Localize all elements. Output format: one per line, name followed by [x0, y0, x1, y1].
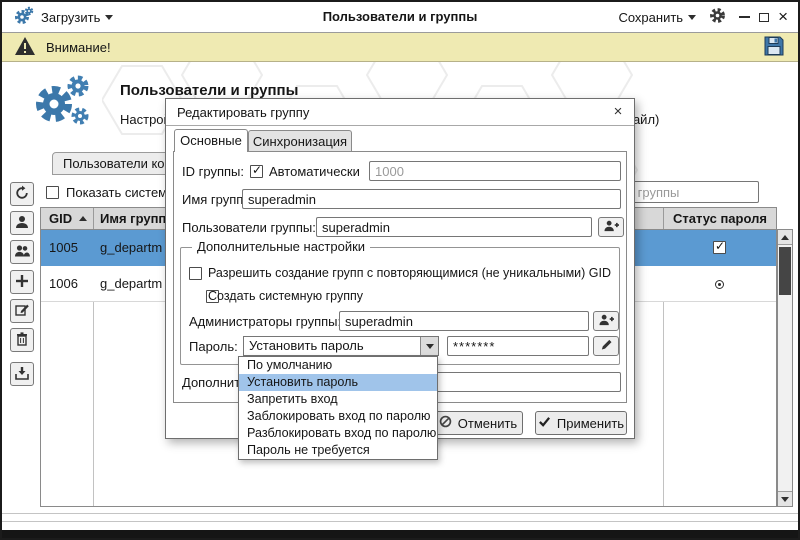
groups-button[interactable]: [10, 240, 34, 264]
group-admins-label: Администраторы группы:: [189, 312, 341, 332]
additional-settings-legend: Дополнительные настройки: [192, 239, 370, 254]
system-group-label: Создать системную группу: [208, 288, 363, 305]
allow-duplicate-gid-label: Разрешить создание групп с повторяющимис…: [208, 265, 611, 282]
status-divider: [2, 521, 798, 522]
group-name-input[interactable]: [242, 189, 621, 209]
combo-arrow-button[interactable]: [420, 337, 438, 355]
auto-id-checkbox[interactable]: [250, 165, 263, 178]
dialog-close-button[interactable]: ×: [608, 103, 628, 122]
password-mode-combobox[interactable]: Установить пароль: [243, 336, 439, 356]
download-icon: [14, 365, 30, 384]
password-label: Пароль:: [189, 337, 238, 357]
maximize-button[interactable]: [759, 13, 769, 22]
window-frame-bottom: [2, 530, 798, 538]
cancel-button-label: Отменить: [458, 416, 517, 431]
users-group-icon: [14, 243, 30, 262]
sort-asc-icon: [79, 216, 87, 221]
app-window: Загрузить Пользователи и группы Сохранит…: [0, 0, 800, 540]
plus-icon: [14, 273, 30, 292]
check-icon: [538, 415, 551, 431]
password-input[interactable]: [447, 336, 589, 356]
dropdown-option-selected[interactable]: Установить пароль: [239, 374, 437, 391]
minimize-button[interactable]: [739, 16, 750, 18]
user-icon: [14, 214, 30, 233]
checkbox-box[interactable]: [46, 186, 59, 199]
additional-settings-group: Дополнительные настройки Разрешить созда…: [180, 247, 620, 365]
apply-button-label: Применить: [557, 416, 624, 431]
export-button[interactable]: [10, 362, 34, 386]
allow-duplicate-gid-checkbox[interactable]: [189, 267, 202, 280]
password-status-checkbox[interactable]: [713, 241, 726, 254]
person-plus-icon: [597, 313, 615, 329]
settings-button[interactable]: [709, 7, 726, 27]
edit-password-button[interactable]: [593, 336, 619, 356]
person-plus-icon: [602, 219, 620, 235]
add-admins-button[interactable]: [593, 311, 619, 331]
column-header-gid[interactable]: GID: [49, 208, 72, 230]
password-mode-dropdown: По умолчанию Установить пароль Запретить…: [238, 356, 438, 460]
dropdown-option[interactable]: Заблокировать вход по паролю: [239, 408, 437, 425]
cell-group-name: g_departm: [100, 266, 162, 302]
cell-gid: 1005: [49, 230, 78, 266]
page-title: Пользователи и группы: [120, 82, 298, 99]
triangle-down-icon: [781, 497, 789, 502]
tab-sync[interactable]: Синхронизация: [248, 130, 352, 152]
edit-group-button[interactable]: [10, 299, 34, 323]
warning-bar: Внимание!: [2, 33, 798, 62]
group-admins-input[interactable]: [339, 311, 589, 331]
group-id-label: ID группы:: [182, 162, 244, 182]
warning-icon: [14, 36, 36, 59]
titlebar: Загрузить Пользователи и группы Сохранит…: [2, 2, 798, 33]
cancel-icon: [439, 415, 452, 431]
password-status-dot: [715, 280, 724, 289]
save-button-label: Сохранить: [618, 10, 683, 25]
app-logo-gears-icon: [28, 70, 92, 133]
save-file-button[interactable]: [762, 34, 786, 61]
chevron-down-icon: [688, 15, 696, 20]
dropdown-option[interactable]: По умолчанию: [239, 357, 437, 374]
refresh-button[interactable]: [10, 182, 34, 206]
trash-icon: [14, 331, 30, 350]
auto-id-label: Автоматически: [269, 162, 360, 182]
cell-gid: 1006: [49, 266, 78, 302]
apply-button[interactable]: Применить: [535, 411, 627, 435]
group-users-input[interactable]: [316, 217, 592, 237]
warning-message: Внимание!: [46, 40, 111, 55]
table-scrollbar[interactable]: [777, 229, 793, 507]
triangle-up-icon: [781, 235, 789, 240]
scroll-up-button[interactable]: [778, 230, 792, 245]
cancel-button[interactable]: Отменить: [433, 411, 523, 435]
user-account-button[interactable]: [10, 211, 34, 235]
tab-general[interactable]: Основные: [174, 129, 248, 152]
triangle-down-icon: [426, 344, 434, 349]
add-group-button[interactable]: [10, 270, 34, 294]
column-header-password-status[interactable]: Статус пароля: [663, 208, 777, 230]
password-mode-value: Установить пароль: [249, 337, 364, 355]
dropdown-option[interactable]: Запретить вход: [239, 391, 437, 408]
group-users-label: Пользователи группы:: [182, 218, 316, 238]
scrollbar-thumb[interactable]: [779, 247, 791, 295]
scroll-down-button[interactable]: [778, 491, 792, 506]
status-divider: [2, 513, 798, 514]
dialog-title: Редактировать группу: [166, 99, 634, 126]
refresh-icon: [14, 185, 30, 204]
delete-group-button[interactable]: [10, 328, 34, 352]
save-button[interactable]: Сохранить: [618, 10, 696, 25]
close-button[interactable]: ×: [778, 10, 788, 24]
add-users-button[interactable]: [598, 217, 624, 237]
dropdown-option[interactable]: Пароль не требуется: [239, 442, 437, 459]
dropdown-option[interactable]: Разблокировать вход по паролю: [239, 425, 437, 442]
cell-group-name: g_departm: [100, 230, 162, 266]
pencil-icon: [600, 338, 613, 354]
edit-icon: [14, 302, 30, 321]
group-id-input[interactable]: [369, 161, 621, 181]
